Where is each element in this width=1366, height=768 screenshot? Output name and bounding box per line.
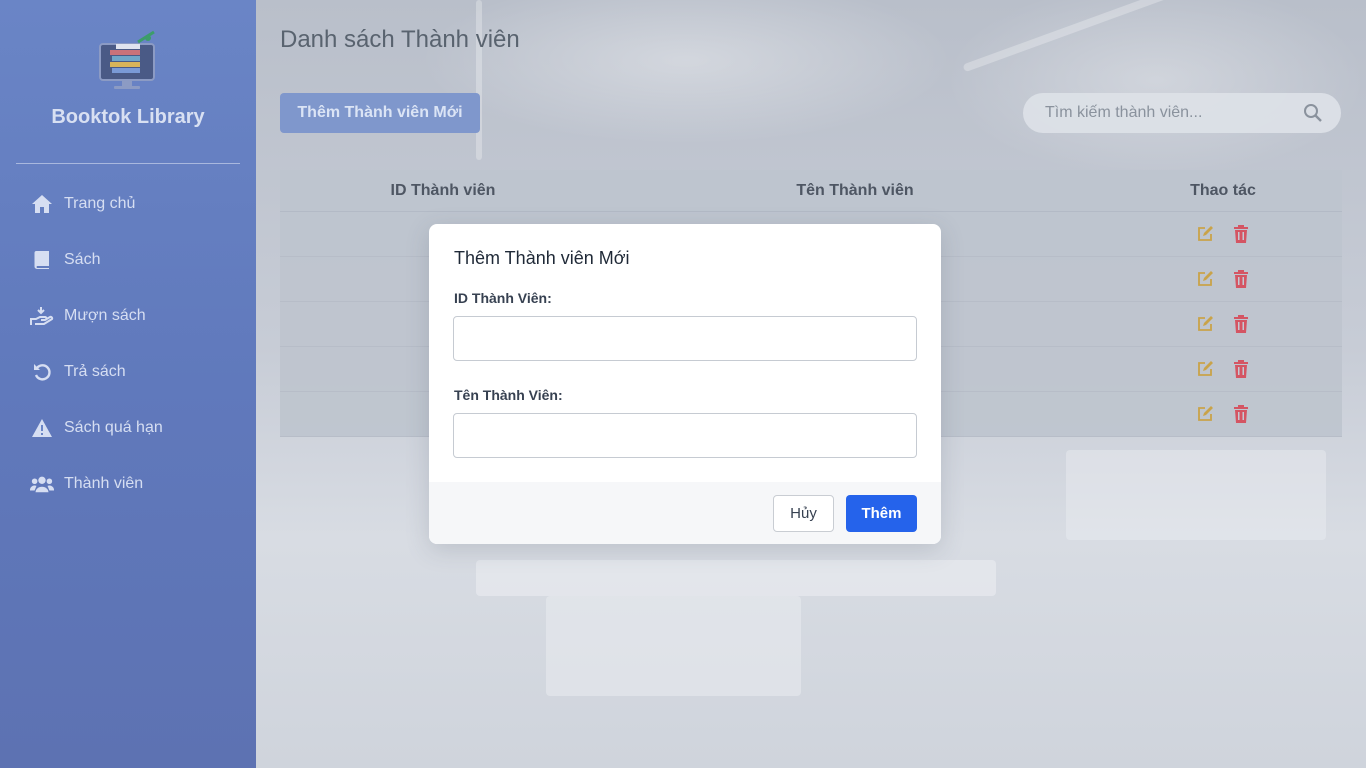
sidebar-item-borrow[interactable]: Mượn sách	[0, 288, 256, 344]
column-header-actions: Thao tác	[1190, 181, 1256, 199]
search-icon[interactable]	[1303, 103, 1323, 128]
sidebar-item-return[interactable]: Trả sách	[0, 344, 256, 400]
delete-icon[interactable]	[1232, 270, 1250, 288]
member-id-input[interactable]	[453, 316, 917, 361]
search-input[interactable]	[1023, 93, 1293, 133]
home-icon	[30, 193, 54, 215]
row-actions	[1104, 315, 1342, 333]
background-decoration	[476, 0, 482, 160]
background-decoration	[1066, 450, 1326, 540]
sidebar-item-books[interactable]: Sách	[0, 232, 256, 288]
sidebar-nav: Trang chủ Sách Mượn sách Trả sách Sách q…	[0, 176, 256, 512]
sidebar-item-members[interactable]: Thành viên	[0, 456, 256, 512]
edit-icon[interactable]	[1196, 315, 1214, 333]
page-title: Danh sách Thành viên	[280, 26, 520, 53]
background-decoration	[546, 596, 801, 696]
edit-icon[interactable]	[1196, 270, 1214, 288]
row-actions	[1104, 270, 1342, 288]
table-header: ID Thành viên Tên Thành viên Thao tác	[280, 170, 1342, 212]
book-icon	[30, 249, 54, 271]
background-decoration	[962, 0, 1210, 73]
edit-icon[interactable]	[1196, 360, 1214, 378]
search-box	[1023, 93, 1341, 133]
edit-icon[interactable]	[1196, 225, 1214, 243]
member-name-input[interactable]	[453, 413, 917, 458]
sidebar-item-label: Trang chủ	[64, 195, 136, 212]
warning-icon	[30, 417, 54, 439]
sidebar: Booktok Library Trang chủ Sách Mượn sách…	[0, 0, 256, 768]
brand-name: Booktok Library	[51, 106, 205, 128]
row-actions	[1104, 225, 1342, 243]
sidebar-item-home[interactable]: Trang chủ	[0, 176, 256, 232]
add-member-button[interactable]: Thêm Thành viên Mới	[280, 93, 480, 133]
sidebar-item-label: Sách	[64, 251, 101, 268]
column-header-name: Tên Thành viên	[796, 181, 914, 199]
hand-give-icon	[30, 305, 54, 327]
edit-icon[interactable]	[1196, 405, 1214, 423]
background-decoration	[476, 560, 996, 596]
modal-footer: Hủy Thêm	[429, 482, 941, 544]
sidebar-item-overdue[interactable]: Sách quá hạn	[0, 400, 256, 456]
delete-icon[interactable]	[1232, 360, 1250, 378]
row-actions	[1104, 405, 1342, 423]
row-actions	[1104, 360, 1342, 378]
id-label: ID Thành Viên:	[454, 290, 552, 306]
delete-icon[interactable]	[1232, 405, 1250, 423]
sidebar-item-label: Mượn sách	[64, 307, 146, 324]
delete-icon[interactable]	[1232, 315, 1250, 333]
sidebar-item-label: Trả sách	[64, 363, 126, 380]
delete-icon[interactable]	[1232, 225, 1250, 243]
cancel-button[interactable]: Hủy	[773, 495, 834, 532]
sidebar-item-label: Thành viên	[64, 475, 144, 492]
library-logo-icon	[98, 30, 160, 94]
users-icon	[30, 473, 54, 495]
modal-title: Thêm Thành viên Mới	[454, 248, 630, 268]
column-header-id: ID Thành viên	[390, 181, 496, 199]
add-member-modal: Thêm Thành viên Mới ID Thành Viên: Tên T…	[429, 224, 941, 544]
submit-button[interactable]: Thêm	[846, 495, 917, 532]
name-label: Tên Thành Viên:	[454, 387, 563, 403]
undo-icon	[30, 361, 54, 383]
sidebar-item-label: Sách quá hạn	[64, 419, 163, 436]
sidebar-divider	[16, 163, 240, 164]
